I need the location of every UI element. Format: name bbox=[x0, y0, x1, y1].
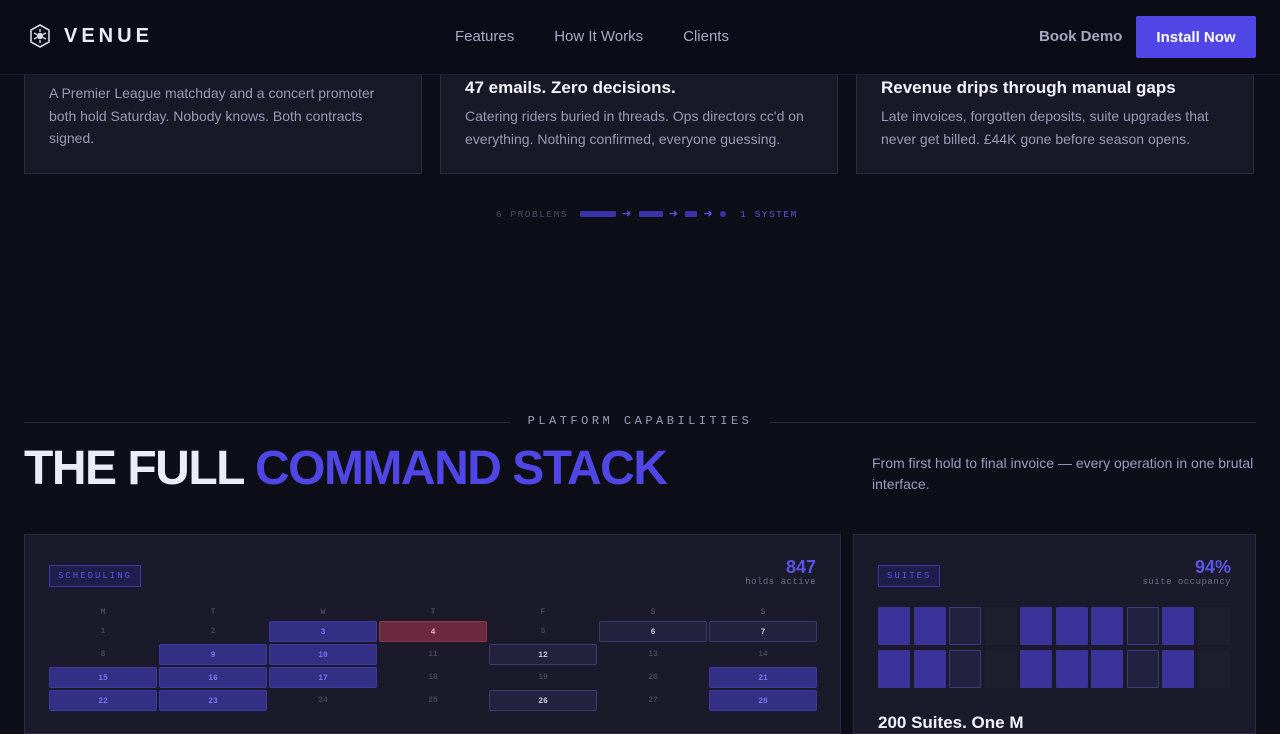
calendar-day[interactable]: 15 bbox=[49, 667, 157, 688]
arrow-right-icon: ➜ bbox=[622, 209, 633, 221]
suite-cell[interactable] bbox=[913, 650, 946, 688]
calendar-day[interactable]: 18 bbox=[379, 667, 487, 688]
suite-cell[interactable] bbox=[1091, 607, 1123, 645]
calendar-day[interactable]: 7 bbox=[709, 621, 817, 642]
suite-cell[interactable] bbox=[1126, 650, 1159, 688]
calendar-day[interactable]: 23 bbox=[159, 690, 267, 711]
weekday-header: S bbox=[650, 608, 656, 617]
suite-cell[interactable] bbox=[1162, 607, 1194, 645]
calendar-day[interactable]: 25 bbox=[379, 690, 487, 711]
progress-segment bbox=[638, 211, 663, 217]
weekday-header: S bbox=[760, 608, 766, 617]
holds-count: 847 bbox=[785, 557, 816, 577]
problem-card-title: Revenue drips through manual gaps bbox=[881, 78, 1176, 97]
problem-card-body: Catering riders buried in threads. Ops d… bbox=[465, 108, 804, 147]
calendar-day[interactable]: 24 bbox=[269, 690, 377, 711]
calendar-day[interactable]: 19 bbox=[489, 667, 597, 688]
install-now-button[interactable]: Install Now bbox=[1136, 16, 1256, 58]
scheduling-tag: SCHEDULING bbox=[49, 565, 142, 587]
suite-cell[interactable] bbox=[1055, 650, 1088, 688]
progress-dot bbox=[720, 211, 727, 217]
calendar-day[interactable]: 13 bbox=[599, 644, 707, 665]
suite-cell[interactable] bbox=[878, 607, 910, 645]
calendar-day[interactable]: 11 bbox=[379, 644, 487, 665]
weekday-header: M bbox=[100, 608, 106, 617]
calendar-day[interactable]: 26 bbox=[489, 690, 597, 711]
calendar-day[interactable]: 9 bbox=[159, 644, 267, 665]
suite-cell[interactable] bbox=[1020, 650, 1052, 688]
calendar-day[interactable]: 14 bbox=[709, 644, 817, 665]
suite-cell[interactable] bbox=[1091, 650, 1123, 688]
occupancy-value: 94% bbox=[1194, 557, 1231, 577]
suite-cell[interactable] bbox=[1020, 607, 1052, 645]
scheduling-panel: SCHEDULING 847 holds active MTWTFSS12345… bbox=[24, 534, 841, 734]
calendar-day[interactable]: 10 bbox=[269, 644, 377, 665]
holds-stat: 847 holds active bbox=[745, 557, 816, 587]
nav-link-how-it-works[interactable]: How It Works bbox=[554, 28, 643, 45]
suite-cell[interactable] bbox=[949, 607, 981, 645]
section-subtext: From first hold to final invoice — every… bbox=[872, 455, 1254, 492]
weekday-header: T bbox=[430, 608, 436, 617]
nav-links: Features How It Works Clients bbox=[455, 28, 729, 45]
occupancy-stat: 94% suite occupancy bbox=[1142, 557, 1231, 587]
calendar-day[interactable]: 3 bbox=[269, 621, 377, 642]
calendar-day[interactable]: 28 bbox=[709, 690, 817, 711]
progress-segment bbox=[580, 211, 617, 217]
arrow-right-icon: ➜ bbox=[703, 209, 715, 221]
suite-cell[interactable] bbox=[913, 607, 946, 645]
calendar-day[interactable]: 1 bbox=[49, 621, 157, 642]
weekday-header: F bbox=[540, 608, 546, 617]
calendar-day[interactable]: 21 bbox=[709, 667, 817, 688]
suites-grid bbox=[878, 607, 1230, 688]
book-demo-link[interactable]: Book Demo bbox=[1039, 28, 1122, 45]
system-count-label: 1 SYSTEM bbox=[740, 208, 798, 220]
suites-tag: SUITES bbox=[878, 565, 941, 587]
problems-to-system-strip: 6 PROBLEMS ➜ ➜ ➜ 1 SYSTEM bbox=[496, 208, 798, 222]
calendar-day[interactable]: 5 bbox=[489, 621, 597, 642]
progress-segment bbox=[685, 211, 698, 217]
suite-cell[interactable] bbox=[1126, 607, 1159, 645]
suite-cell[interactable] bbox=[1055, 607, 1088, 645]
problem-card-body: Late invoices, forgotten deposits, suite… bbox=[881, 108, 1209, 147]
calendar-day[interactable]: 16 bbox=[159, 667, 267, 688]
calendar-day[interactable]: 12 bbox=[489, 644, 597, 665]
calendar-day[interactable]: 6 bbox=[599, 621, 707, 642]
brand-name[interactable]: VENUE bbox=[64, 25, 153, 48]
headline-accent: COMMAND STACK bbox=[254, 442, 668, 495]
weekday-header: W bbox=[320, 608, 326, 617]
problem-card-body: A Premier League matchday and a concert … bbox=[49, 85, 375, 146]
suite-cell[interactable] bbox=[1162, 650, 1194, 688]
problems-count-label: 6 PROBLEMS bbox=[496, 208, 569, 220]
calendar-day[interactable]: 20 bbox=[599, 667, 707, 688]
calendar-day[interactable]: 8 bbox=[49, 644, 157, 665]
nav-link-features[interactable]: Features bbox=[455, 28, 514, 45]
weekday-header: T bbox=[210, 608, 216, 617]
suite-cell[interactable] bbox=[1197, 650, 1230, 688]
suites-panel: SUITES 94% suite occupancy 200 Suites. O… bbox=[853, 534, 1256, 734]
suite-cell[interactable] bbox=[878, 650, 910, 688]
calendar-day[interactable]: 22 bbox=[49, 690, 157, 711]
headline-plain: THE FULL bbox=[24, 442, 255, 495]
suite-cell[interactable] bbox=[984, 607, 1017, 645]
section-headline: THE FULL COMMAND STACK bbox=[24, 441, 668, 496]
suite-cell[interactable] bbox=[984, 650, 1017, 688]
calendar-day[interactable]: 27 bbox=[599, 690, 707, 711]
calendar-day[interactable]: 17 bbox=[269, 667, 377, 688]
scheduling-calendar: M T W T F S S 1 2 3 4 5 6 7 8 9 10 11 12 13 14 15 16 17 18 19 20 21… bbox=[49, 607, 817, 711]
section-eyebrow: PLATFORM CAPABILITIES bbox=[527, 414, 753, 428]
holds-caption: holds active bbox=[745, 577, 816, 587]
nav-link-clients[interactable]: Clients bbox=[683, 28, 729, 45]
arrow-right-icon: ➜ bbox=[668, 209, 680, 221]
venue-logo-icon[interactable] bbox=[28, 24, 52, 48]
calendar-day[interactable]: 2 bbox=[159, 621, 267, 642]
top-nav: VENUE Features How It Works Clients Book… bbox=[0, 0, 1280, 75]
occupancy-caption: suite occupancy bbox=[1142, 577, 1231, 587]
suite-cell[interactable] bbox=[949, 650, 981, 688]
suite-cell[interactable] bbox=[1197, 607, 1230, 645]
suites-title: 200 Suites. One M bbox=[878, 713, 1024, 732]
calendar-day[interactable]: 4 bbox=[379, 621, 487, 642]
problem-card-title: 47 emails. Zero decisions. bbox=[465, 78, 676, 97]
